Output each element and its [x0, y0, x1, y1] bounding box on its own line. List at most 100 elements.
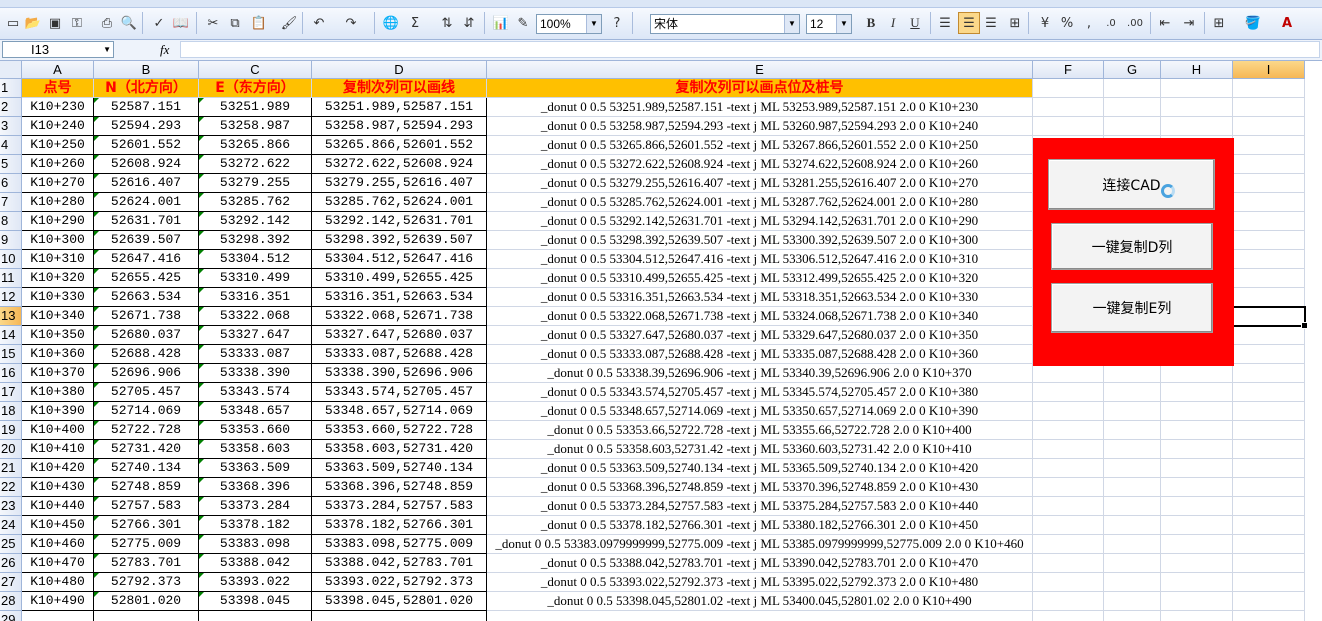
data-cell-e[interactable]: _donut 0 0.5 53353.66,52722.728 -text j … — [487, 421, 1033, 440]
data-cell-c[interactable]: 53310.499 — [199, 269, 312, 288]
data-cell-c[interactable]: 53358.603 — [199, 440, 312, 459]
empty-cell[interactable] — [1104, 117, 1161, 136]
format-painter-icon[interactable]: 🖌 — [278, 12, 300, 34]
data-cell-d[interactable]: 53348.657,52714.069 — [312, 402, 487, 421]
data-cell-b[interactable]: 52688.428 — [94, 345, 199, 364]
empty-cell[interactable] — [1233, 307, 1305, 326]
font-color-icon[interactable]: A — [1276, 12, 1298, 34]
empty-cell[interactable] — [1233, 98, 1305, 117]
save-icon[interactable]: ▣ — [44, 12, 66, 34]
decrease-decimal-icon[interactable]: .00 — [1124, 12, 1146, 34]
row-header-21[interactable]: 21 — [0, 459, 22, 478]
data-cell-e[interactable]: _donut 0 0.5 53304.512,52647.416 -text j… — [487, 250, 1033, 269]
empty-cell[interactable] — [1104, 79, 1161, 98]
data-cell-b[interactable]: 52680.037 — [94, 326, 199, 345]
empty-cell[interactable] — [1161, 535, 1233, 554]
empty-cell[interactable] — [1161, 364, 1233, 383]
sort-asc-icon[interactable]: ⇅ — [436, 12, 458, 34]
empty-cell[interactable] — [1233, 554, 1305, 573]
data-cell-e[interactable]: _donut 0 0.5 53373.284,52757.583 -text j… — [487, 497, 1033, 516]
data-cell-c[interactable]: 53304.512 — [199, 250, 312, 269]
row-header-26[interactable]: 26 — [0, 554, 22, 573]
empty-cell[interactable] — [1233, 288, 1305, 307]
header-cell-e[interactable]: 复制次列可以画点位及桩号 — [487, 79, 1033, 98]
empty-cell[interactable] — [1233, 155, 1305, 174]
empty-cell[interactable] — [1104, 98, 1161, 117]
data-cell-d[interactable]: 53398.045,52801.020 — [312, 592, 487, 611]
row-header-6[interactable]: 6 — [0, 174, 22, 193]
data-cell-b[interactable]: 52594.293 — [94, 117, 199, 136]
column-header-g[interactable]: G — [1104, 61, 1161, 79]
copy-column-d-button[interactable]: 一键复制D列 — [1051, 223, 1213, 270]
data-cell-c[interactable]: 53322.068 — [199, 307, 312, 326]
data-cell-c[interactable]: 53298.392 — [199, 231, 312, 250]
row-header-24[interactable]: 24 — [0, 516, 22, 535]
column-header-e[interactable]: E — [487, 61, 1033, 79]
data-cell-a[interactable]: K10+230 — [22, 98, 94, 117]
select-all-corner[interactable] — [0, 61, 22, 79]
data-cell-d[interactable]: 53363.509,52740.134 — [312, 459, 487, 478]
data-cell-d[interactable]: 53373.284,52757.583 — [312, 497, 487, 516]
data-cell-c[interactable]: 53343.574 — [199, 383, 312, 402]
data-cell-d[interactable]: 53279.255,52616.407 — [312, 174, 487, 193]
row-header-7[interactable]: 7 — [0, 193, 22, 212]
empty-cell[interactable] — [1033, 440, 1104, 459]
data-cell-a[interactable]: K10+480 — [22, 573, 94, 592]
empty-cell[interactable] — [1233, 573, 1305, 592]
data-cell-a[interactable]: K10+320 — [22, 269, 94, 288]
data-cell-e[interactable]: _donut 0 0.5 53388.042,52783.701 -text j… — [487, 554, 1033, 573]
data-cell-c[interactable]: 53388.042 — [199, 554, 312, 573]
data-cell-d[interactable]: 53304.512,52647.416 — [312, 250, 487, 269]
data-cell-a[interactable]: K10+430 — [22, 478, 94, 497]
empty-cell[interactable] — [1104, 402, 1161, 421]
data-cell-b[interactable]: 52722.728 — [94, 421, 199, 440]
data-cell-d[interactable]: 53333.087,52688.428 — [312, 345, 487, 364]
data-cell-b[interactable]: 52792.373 — [94, 573, 199, 592]
column-header-i[interactable]: I — [1233, 61, 1305, 79]
empty-cell[interactable] — [1104, 440, 1161, 459]
fx-icon[interactable]: fx — [160, 42, 169, 58]
data-cell-b[interactable]: 52655.425 — [94, 269, 199, 288]
data-cell-a[interactable]: K10+370 — [22, 364, 94, 383]
data-cell-a[interactable]: K10+250 — [22, 136, 94, 155]
empty-cell[interactable] — [1104, 535, 1161, 554]
empty-cell[interactable] — [1233, 459, 1305, 478]
empty-cell[interactable] — [1033, 383, 1104, 402]
formula-input[interactable] — [180, 41, 1320, 58]
header-cell-a[interactable]: 点号 — [22, 79, 94, 98]
empty-cell[interactable] — [1233, 516, 1305, 535]
data-cell-b[interactable]: 52783.701 — [94, 554, 199, 573]
data-cell-d[interactable]: 53292.142,52631.701 — [312, 212, 487, 231]
empty-cell[interactable] — [1161, 592, 1233, 611]
data-cell-a[interactable]: K10+340 — [22, 307, 94, 326]
data-cell-b[interactable]: 52757.583 — [94, 497, 199, 516]
copy-column-e-button[interactable]: 一键复制E列 — [1051, 283, 1213, 333]
empty-cell[interactable] — [1033, 98, 1104, 117]
data-cell-e[interactable]: _donut 0 0.5 53292.142,52631.701 -text j… — [487, 212, 1033, 231]
data-cell-a[interactable]: K10+450 — [22, 516, 94, 535]
data-cell-d[interactable]: 53368.396,52748.859 — [312, 478, 487, 497]
data-cell-b[interactable]: 52624.001 — [94, 193, 199, 212]
empty-cell[interactable] — [1233, 136, 1305, 155]
data-cell-a[interactable]: K10+350 — [22, 326, 94, 345]
undo-icon[interactable]: ↶ — [308, 12, 330, 34]
row-header-14[interactable]: 14 — [0, 326, 22, 345]
data-cell-d[interactable]: 53316.351,52663.534 — [312, 288, 487, 307]
empty-cell[interactable] — [1033, 421, 1104, 440]
empty-cell[interactable] — [1104, 364, 1161, 383]
data-cell-b[interactable]: 52671.738 — [94, 307, 199, 326]
empty-cell[interactable] — [1233, 250, 1305, 269]
data-cell-b[interactable]: 52647.416 — [94, 250, 199, 269]
empty-cell[interactable] — [1233, 326, 1305, 345]
row-header-29[interactable]: 29 — [0, 611, 22, 621]
empty-cell[interactable] — [1161, 573, 1233, 592]
empty-cell[interactable] — [1161, 497, 1233, 516]
data-cell-e[interactable]: _donut 0 0.5 53363.509,52740.134 -text j… — [487, 459, 1033, 478]
empty-cell[interactable] — [1161, 421, 1233, 440]
data-cell-e[interactable]: _donut 0 0.5 53310.499,52655.425 -text j… — [487, 269, 1033, 288]
row-header-11[interactable]: 11 — [0, 269, 22, 288]
data-cell-a[interactable]: K10+280 — [22, 193, 94, 212]
empty-cell[interactable] — [1033, 478, 1104, 497]
row-header-19[interactable]: 19 — [0, 421, 22, 440]
empty-cell[interactable] — [1233, 440, 1305, 459]
